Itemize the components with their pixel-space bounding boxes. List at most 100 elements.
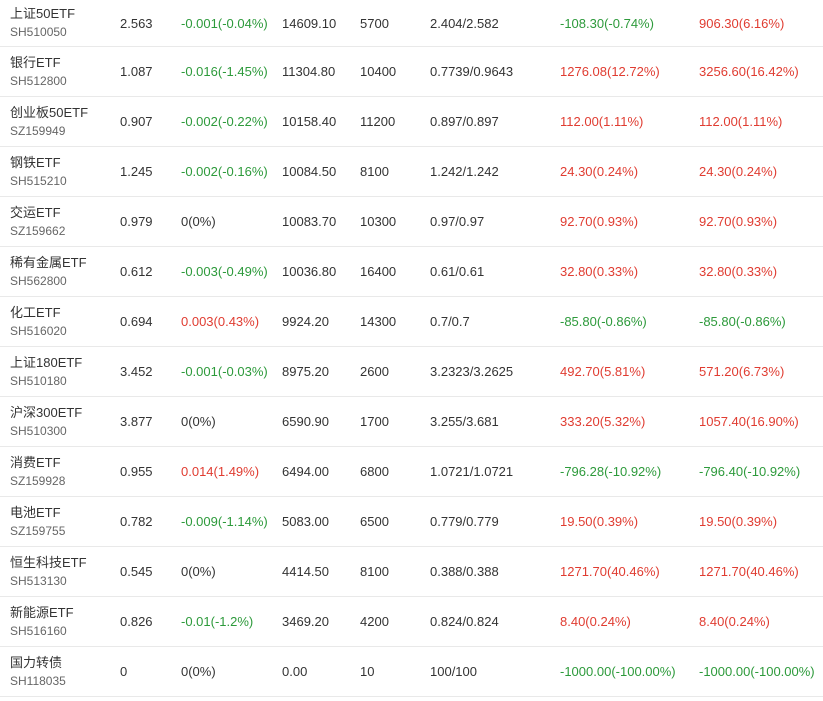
holding-name-cell[interactable]: 恒生科技ETF SH513130 bbox=[10, 547, 87, 596]
price-change: 0.003(0.43%) bbox=[181, 297, 259, 346]
total-profit-loss-value: 8.40(0.24%) bbox=[699, 614, 770, 629]
holding-name[interactable]: 化工ETF bbox=[10, 304, 61, 322]
holding-name[interactable]: 钢铁ETF bbox=[10, 154, 61, 172]
total-profit-loss-value: 3256.60(16.42%) bbox=[699, 64, 799, 79]
daily-profit-loss: 32.80(0.33%) bbox=[560, 247, 638, 296]
total-profit-loss: 3256.60(16.42%) bbox=[699, 47, 799, 96]
holding-name[interactable]: 银行ETF bbox=[10, 54, 61, 72]
holding-quantity: 10 bbox=[360, 647, 374, 696]
holding-name-cell[interactable]: 化工ETF SH516020 bbox=[10, 297, 67, 346]
cost-price: 0.824/0.824 bbox=[430, 597, 499, 646]
current-price: 2.563 bbox=[120, 0, 153, 46]
market-value: 6590.90 bbox=[282, 397, 329, 446]
holding-name-cell[interactable]: 稀有金属ETF SH562800 bbox=[10, 247, 87, 296]
total-profit-loss-value: 1057.40(16.90%) bbox=[699, 414, 799, 429]
holding-name-cell[interactable]: 新能源ETF SH516160 bbox=[10, 597, 74, 646]
holding-name[interactable]: 恒生科技ETF bbox=[10, 554, 87, 572]
price-change: -0.009(-1.14%) bbox=[181, 497, 268, 546]
holding-row[interactable]: 电池ETF SZ159755 0.782 -0.009(-1.14%) 5083… bbox=[0, 497, 823, 547]
holding-name-cell[interactable]: 钢铁ETF SH515210 bbox=[10, 147, 67, 196]
total-profit-loss-value: 112.00(1.11%) bbox=[699, 114, 783, 129]
daily-profit-loss-value: -108.30(-0.74%) bbox=[560, 15, 654, 31]
holding-row[interactable]: 交运ETF SZ159662 0.979 0(0%) 10083.70 1030… bbox=[0, 197, 823, 247]
holding-row[interactable]: 沪深300ETF SH510300 3.877 0(0%) 6590.90 17… bbox=[0, 397, 823, 447]
daily-profit-loss: 1276.08(12.72%) bbox=[560, 47, 660, 96]
holding-name[interactable]: 上证50ETF bbox=[10, 5, 75, 23]
market-value: 11304.80 bbox=[282, 47, 335, 96]
market-value-value: 5083.00 bbox=[282, 514, 329, 529]
holding-name[interactable]: 上证180ETF bbox=[10, 354, 82, 372]
holding-row[interactable]: 上证50ETF SH510050 2.563 -0.001(-0.04%) 14… bbox=[0, 0, 823, 47]
holding-name-cell[interactable]: 上证180ETF SH510180 bbox=[10, 347, 82, 396]
holding-quantity: 4200 bbox=[360, 597, 389, 646]
holding-row[interactable]: 化工ETF SH516020 0.694 0.003(0.43%) 9924.2… bbox=[0, 297, 823, 347]
market-value-value: 6590.90 bbox=[282, 414, 329, 429]
total-profit-loss: 1057.40(16.90%) bbox=[699, 397, 799, 446]
market-value: 14609.10 bbox=[282, 0, 336, 46]
holding-name[interactable]: 沪深300ETF bbox=[10, 404, 82, 422]
current-price-value: 0 bbox=[120, 664, 128, 679]
daily-profit-loss: 1271.70(40.46%) bbox=[560, 547, 660, 596]
current-price-value: 1.087 bbox=[120, 64, 153, 79]
market-value: 3469.20 bbox=[282, 597, 329, 646]
market-value: 10158.40 bbox=[282, 97, 336, 146]
cost-price-value: 0.824/0.824 bbox=[430, 614, 499, 629]
cost-price-value: 3.255/3.681 bbox=[430, 414, 499, 429]
holding-quantity-value: 2600 bbox=[360, 364, 389, 379]
holding-row[interactable]: 银行ETF SH512800 1.087 -0.016(-1.45%) 1130… bbox=[0, 47, 823, 97]
price-change: 0(0%) bbox=[181, 397, 216, 446]
holding-row[interactable]: 新能源ETF SH516160 0.826 -0.01(-1.2%) 3469.… bbox=[0, 597, 823, 647]
market-value-value: 6494.00 bbox=[282, 464, 329, 479]
holding-name[interactable]: 消费ETF bbox=[10, 454, 61, 472]
cost-price: 0.897/0.897 bbox=[430, 97, 499, 146]
holding-name[interactable]: 电池ETF bbox=[10, 504, 61, 522]
price-change-value: -0.01(-1.2%) bbox=[181, 614, 254, 629]
total-profit-loss: 24.30(0.24%) bbox=[699, 147, 777, 196]
holding-name-cell[interactable]: 上证50ETF SH510050 bbox=[10, 0, 75, 46]
holding-quantity-value: 1700 bbox=[360, 414, 389, 429]
holding-name-cell[interactable]: 国力转债 SH118035 bbox=[10, 647, 66, 696]
holding-name-cell[interactable]: 银行ETF SH512800 bbox=[10, 47, 67, 96]
market-value-value: 11304.80 bbox=[282, 64, 336, 79]
holding-name[interactable]: 交运ETF bbox=[10, 204, 61, 222]
cost-price: 0.7739/0.9643 bbox=[430, 47, 513, 96]
current-price: 0.545 bbox=[120, 547, 153, 596]
holding-name-cell[interactable]: 沪深300ETF SH510300 bbox=[10, 397, 82, 446]
price-change: -0.016(-1.45%) bbox=[181, 47, 268, 96]
current-price: 1.087 bbox=[120, 47, 153, 96]
total-profit-loss: -1000.00(-100.00%) bbox=[699, 647, 815, 696]
holding-name-cell[interactable]: 消费ETF SZ159928 bbox=[10, 447, 65, 496]
holding-name[interactable]: 新能源ETF bbox=[10, 604, 74, 622]
holding-row[interactable]: 消费ETF SZ159928 0.955 0.014(1.49%) 6494.0… bbox=[0, 447, 823, 497]
cost-price: 0.97/0.97 bbox=[430, 197, 484, 246]
total-profit-loss-value: 92.70(0.93%) bbox=[699, 214, 778, 229]
holding-name-cell[interactable]: 交运ETF SZ159662 bbox=[10, 197, 65, 246]
daily-profit-loss-value: -1000.00(-100.00%) bbox=[560, 664, 676, 679]
holding-row[interactable]: 稀有金属ETF SH562800 0.612 -0.003(-0.49%) 10… bbox=[0, 247, 823, 297]
current-price-value: 2.563 bbox=[120, 15, 153, 31]
daily-profit-loss: 8.40(0.24%) bbox=[560, 597, 631, 646]
holding-row[interactable]: 上证180ETF SH510180 3.452 -0.001(-0.03%) 8… bbox=[0, 347, 823, 397]
total-profit-loss-value: 19.50(0.39%) bbox=[699, 514, 778, 529]
market-value: 4414.50 bbox=[282, 547, 329, 596]
holding-name-cell[interactable]: 电池ETF SZ159755 bbox=[10, 497, 65, 546]
total-profit-loss-value: 906.30(6.16%) bbox=[699, 15, 785, 31]
holding-name[interactable]: 国力转债 bbox=[10, 654, 62, 672]
market-value: 0.00 bbox=[282, 647, 307, 696]
holding-code: SZ159949 bbox=[10, 123, 66, 138]
holding-row[interactable]: 钢铁ETF SH515210 1.245 -0.002(-0.16%) 1008… bbox=[0, 147, 823, 197]
cost-price-value: 0.7739/0.9643 bbox=[430, 64, 514, 79]
holding-row[interactable]: 恒生科技ETF SH513130 0.545 0(0%) 4414.50 810… bbox=[0, 547, 823, 597]
holding-name[interactable]: 创业板50ETF bbox=[10, 104, 88, 122]
holding-name-cell[interactable]: 创业板50ETF SZ159949 bbox=[10, 97, 88, 146]
daily-profit-loss-value: 19.50(0.39%) bbox=[560, 514, 639, 529]
market-value: 6494.00 bbox=[282, 447, 329, 496]
holding-name[interactable]: 稀有金属ETF bbox=[10, 254, 87, 272]
holding-row[interactable]: 创业板50ETF SZ159949 0.907 -0.002(-0.22%) 1… bbox=[0, 97, 823, 147]
market-value-value: 10084.50 bbox=[282, 164, 337, 179]
cost-price-value: 100/100 bbox=[430, 664, 477, 679]
holding-row[interactable]: 国力转债 SH118035 0 0(0%) 0.00 10 100/100 -1… bbox=[0, 647, 823, 697]
price-change-value: -0.009(-1.14%) bbox=[181, 514, 268, 529]
market-value-value: 10036.80 bbox=[282, 264, 337, 279]
current-price: 0.694 bbox=[120, 297, 153, 346]
